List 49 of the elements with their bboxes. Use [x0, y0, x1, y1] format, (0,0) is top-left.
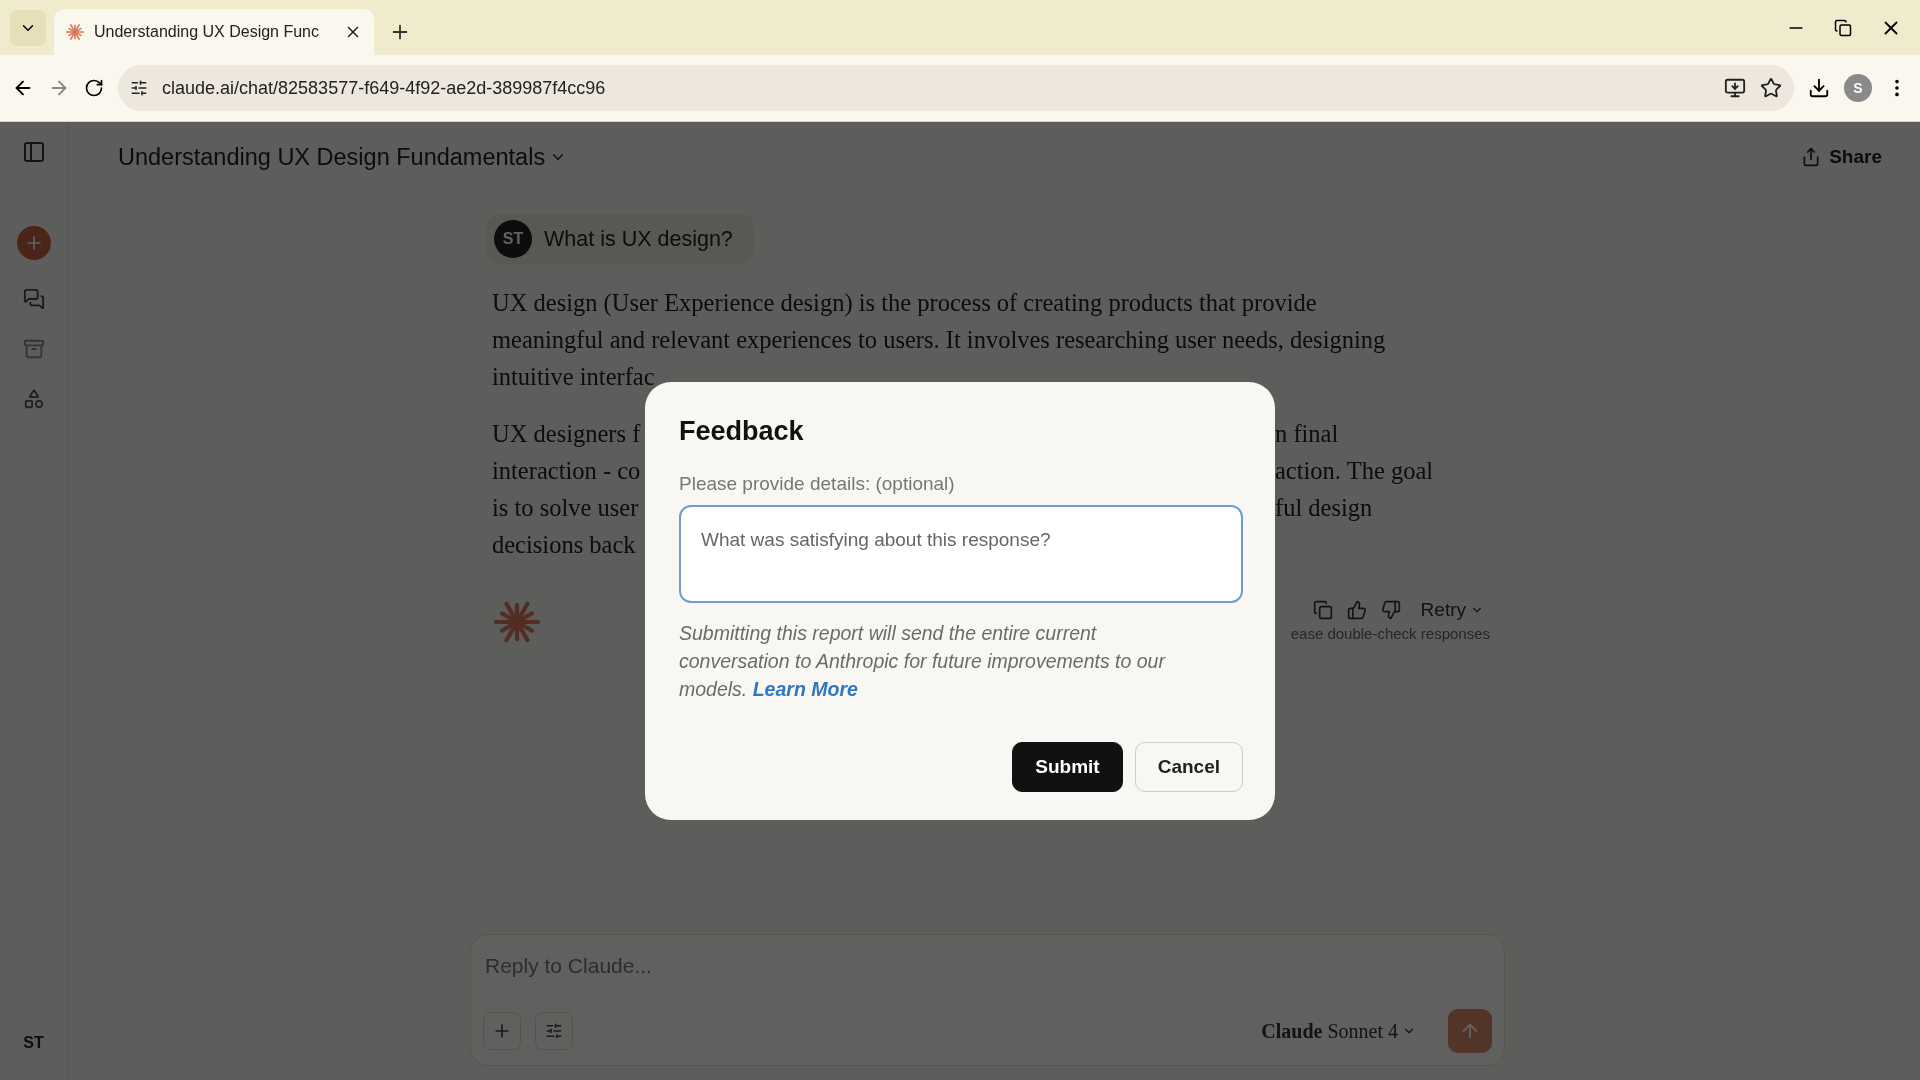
reload-icon[interactable]	[84, 78, 104, 98]
install-icon[interactable]	[1724, 77, 1746, 99]
copy-icon[interactable]	[1312, 600, 1333, 620]
bookmark-star-icon[interactable]	[1760, 77, 1782, 99]
share-icon	[1801, 147, 1822, 167]
response-text: is to solve user	[492, 492, 639, 523]
response-text: UX designers f	[492, 418, 641, 449]
chat-title[interactable]: Understanding UX Design Fundamentals	[118, 143, 568, 171]
sidebar-toggle-icon[interactable]	[21, 140, 46, 164]
profile-avatar[interactable]: S	[1844, 74, 1872, 102]
dialog-title: Feedback	[679, 416, 805, 447]
download-icon[interactable]	[1808, 77, 1830, 99]
feedback-input[interactable]: What was satisfying about this response?	[679, 505, 1243, 603]
response-text: n final	[1275, 418, 1339, 449]
response-text: intuitive interfac	[492, 361, 655, 392]
site-settings-icon[interactable]	[130, 79, 148, 97]
learn-more-link[interactable]: Learn More	[752, 678, 858, 700]
thumbs-up-icon[interactable]	[1346, 600, 1367, 620]
cancel-button[interactable]: Cancel	[1134, 742, 1243, 792]
sliders-icon	[545, 1022, 563, 1040]
artifacts-icon[interactable]	[22, 388, 45, 410]
claude-logo-icon	[494, 599, 540, 645]
tab-list-button[interactable]	[10, 10, 46, 46]
address-bar[interactable]: claude.ai/chat/82583577-f649-4f92-ae2d-389987f4cc96	[118, 65, 1794, 111]
submit-button[interactable]: Submit	[1012, 742, 1123, 792]
chats-icon[interactable]	[22, 288, 45, 310]
new-chat-button[interactable]	[16, 226, 51, 260]
thumbs-down-icon[interactable]	[1380, 600, 1401, 620]
user-avatar[interactable]: ST	[23, 1034, 44, 1052]
attach-button[interactable]	[483, 1012, 521, 1050]
send-button[interactable]	[1448, 1009, 1492, 1053]
response-text: meaningful and relevant experiences to users. It involves researching user needs, designing	[492, 324, 1386, 355]
user-message: What is UX design?	[544, 226, 733, 252]
tools-button[interactable]	[535, 1012, 573, 1050]
share-button[interactable]: Share	[1801, 146, 1882, 168]
tab-favicon-icon	[66, 23, 84, 41]
restore-icon[interactable]	[1834, 18, 1852, 37]
response-text: UX design (User Experience design) is the process of creating products that provide	[492, 287, 1317, 318]
retry-button[interactable]: Retry	[1414, 599, 1490, 621]
model-selector[interactable]: Claude Sonnet 4	[1261, 1019, 1416, 1043]
dialog-note: Submitting this report will send the entire current conversation to Anthropic for future improvements to our models. Learn More	[679, 621, 1167, 702]
field-label: Please provide details: (optional)	[679, 473, 956, 495]
browser-tab[interactable]: Understanding UX Design Func	[54, 9, 374, 55]
response-text: decisions back	[492, 529, 636, 560]
user-avatar: ST	[494, 220, 532, 258]
response-text: ful design	[1275, 492, 1373, 523]
projects-icon[interactable]	[22, 338, 45, 360]
response-text: interaction - co	[492, 455, 641, 486]
response-text: action. The goal	[1275, 455, 1434, 486]
